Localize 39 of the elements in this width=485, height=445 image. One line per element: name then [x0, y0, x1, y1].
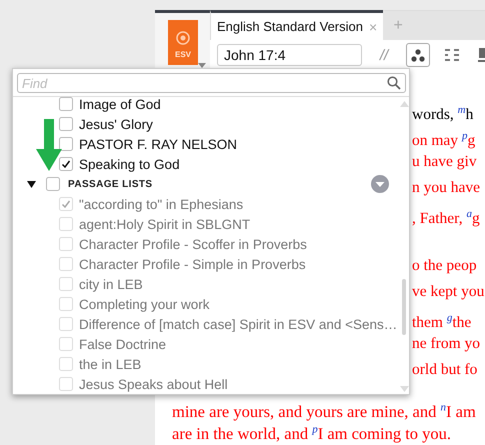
checkbox[interactable] [59, 157, 73, 171]
verse-text: ne from yo [412, 335, 480, 352]
list-item-label[interactable]: Image of God [79, 97, 161, 112]
verse-text: orld but fo [412, 361, 478, 378]
search-icon [387, 76, 401, 90]
verse-text: u have giv [412, 153, 477, 170]
dropdown-icon[interactable] [371, 175, 389, 193]
cluster-view-button[interactable] [406, 43, 430, 67]
tab-title: English Standard Version [217, 19, 363, 34]
annotation-arrow [36, 119, 62, 171]
list-item-label[interactable]: Speaking to God [79, 156, 180, 172]
verse-text: are in the world, and $^{p}$I am coming to you. [172, 424, 452, 442]
scroll-down-icon [400, 386, 408, 392]
verse-text: words, $^{m}$h [412, 106, 474, 124]
verse-text: them $^{g}$the [412, 314, 472, 332]
list-item-label[interactable]: Jesus' Glory [79, 116, 153, 132]
target-icon [176, 31, 190, 45]
verse-text: o the peop [412, 257, 477, 274]
checkbox[interactable] [59, 137, 73, 151]
group-title: PASSAGE LISTS [68, 178, 152, 190]
book-label: ESV [174, 50, 191, 59]
verse-text: ve kept you [412, 283, 484, 300]
checkbox[interactable] [59, 97, 73, 111]
collapse-icon[interactable] [27, 180, 36, 188]
verse-text: n you have [412, 179, 480, 196]
scroll-up-icon [400, 101, 408, 107]
verse-text: , Father, $^{a}$g [412, 210, 480, 228]
parallel-button[interactable]: // [372, 43, 396, 67]
find-field[interactable]: Find [17, 73, 406, 93]
checkbox[interactable] [59, 117, 73, 131]
checkbox[interactable] [46, 177, 60, 191]
close-icon[interactable]: × [368, 18, 378, 34]
three-dots-icon [411, 48, 425, 62]
verse-text: on may $^{p}$g [412, 132, 476, 150]
reference-field[interactable]: John 17:4 [217, 44, 362, 66]
verse-text: mine are yours, and yours are mine, and $^{n}$I am [172, 402, 476, 420]
columns-icon [445, 49, 459, 61]
book-icon[interactable]: ESV [168, 20, 198, 65]
list-item-label[interactable]: PASTOR F. RAY NELSON [79, 136, 238, 152]
